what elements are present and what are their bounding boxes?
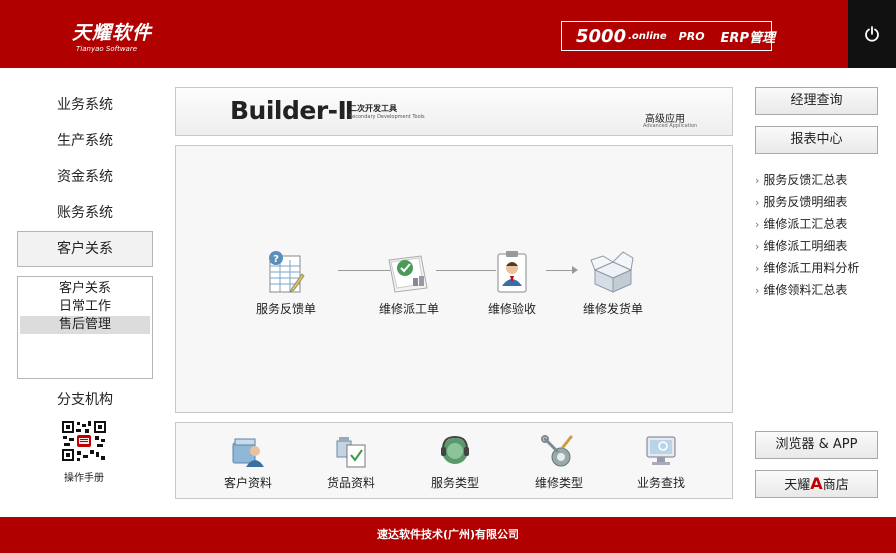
feedback-form-icon: ? [269, 251, 305, 293]
repair-dispatch-icon [388, 255, 428, 293]
product-online: .online [628, 30, 667, 42]
bottom-label: 客户资料 [223, 476, 272, 490]
logo-chinese: 天耀软件 [72, 22, 153, 44]
chevron-right-icon: › [755, 240, 760, 253]
repair-shipping-icon [590, 251, 634, 293]
qr-code-icon[interactable] [61, 420, 107, 462]
bottom-business-search[interactable]: 业务查找 [616, 433, 706, 491]
bottom-service-type[interactable]: 服务类型 [410, 433, 500, 491]
nav-accounting-system[interactable]: 账务系统 [17, 197, 153, 229]
operation-manual-label[interactable]: 操作手册 [54, 469, 114, 484]
submenu-after-sales[interactable]: 售后管理 [20, 316, 150, 334]
builder-banner[interactable]: Builder-Ⅱ 二次开发工具 Secondary Development T… [175, 87, 733, 136]
chevron-right-icon: › [755, 262, 760, 275]
report-center-button[interactable]: 报表中心 [755, 126, 878, 154]
nav-production-system[interactable]: 生产系统 [17, 125, 153, 157]
footer-bar: 速达软件技术(广州)有限公司 [0, 517, 896, 553]
flow-repair-acceptance[interactable]: 维修验收 [467, 248, 557, 317]
power-icon [865, 26, 879, 42]
submenu-daily-work[interactable]: 日常工作 [20, 298, 150, 316]
bottom-label: 维修类型 [534, 476, 583, 490]
svg-text:?: ? [273, 254, 279, 265]
after-sales-flow-panel: ? 服务反馈单 维修派工单 维修验收 维修发货单 [175, 145, 733, 413]
company-name: 速达软件技术(广州)有限公司 [376, 528, 520, 541]
tianyao-store-button[interactable]: 天耀A商店 [755, 470, 878, 498]
business-search-icon [646, 436, 676, 465]
banner-subtitle-cn: 二次开发工具 [349, 104, 397, 113]
report-link-repair-picking-summary[interactable]: › 维修领料汇总表 [755, 281, 859, 303]
nav-branch-offices[interactable]: 分支机构 [17, 384, 153, 416]
repair-acceptance-icon [497, 251, 527, 293]
banner-advanced-en: Advanced Application [643, 123, 698, 129]
store-prefix: 天耀 [784, 478, 811, 493]
flow-repair-dispatch[interactable]: 维修派工单 [364, 248, 454, 317]
report-link-service-feedback-detail[interactable]: › 服务反馈明细表 [755, 193, 859, 215]
report-link-service-feedback-summary[interactable]: › 服务反馈汇总表 [755, 171, 859, 193]
browser-app-button[interactable]: 浏览器 & APP [755, 431, 878, 459]
manager-query-button[interactable]: 经理查询 [755, 87, 878, 115]
product-erp: ERP管理 [720, 30, 775, 46]
flow-label: 维修发货单 [582, 302, 643, 316]
store-suffix: 商店 [822, 478, 849, 493]
chevron-right-icon: › [755, 284, 760, 297]
header-bar: 天耀软件 Tianyao Software 5000 .online PRO E… [0, 0, 896, 68]
customer-profile-icon [232, 438, 264, 467]
report-list: › 服务反馈汇总表 › 服务反馈明细表 › 维修派工汇总表 › 维修派工明细表 › 维修派… [755, 171, 859, 303]
flow-repair-shipping[interactable]: 维修发货单 [568, 248, 658, 317]
banner-subtitle-en: Secondary Development Tools [349, 114, 425, 120]
product-name-box: 5000 .online PRO ERP管理 [561, 21, 775, 51]
report-link-repair-dispatch-detail[interactable]: › 维修派工明细表 [755, 237, 859, 259]
nav-customer-relations[interactable]: 客户关系 [17, 231, 153, 267]
nav-business-system[interactable]: 业务系统 [17, 89, 153, 121]
product-version: 5000 [576, 25, 627, 47]
bottom-label: 业务查找 [636, 476, 685, 490]
flow-service-feedback[interactable]: ? 服务反馈单 [241, 248, 331, 317]
chevron-right-icon: › [755, 218, 760, 231]
store-a-logo: A [810, 474, 823, 493]
logo-english: Tianyao Software [76, 45, 138, 53]
bottom-repair-type[interactable]: 维修类型 [514, 433, 604, 491]
flow-label: 服务反馈单 [255, 302, 316, 316]
bottom-customer-profile[interactable]: 客户资料 [203, 433, 293, 491]
banner-title: Builder-Ⅱ [230, 96, 354, 125]
brand-logo: 天耀软件 Tianyao Software [72, 18, 152, 53]
flow-label: 维修验收 [487, 302, 536, 316]
flow-label: 维修派工单 [378, 302, 439, 316]
bottom-goods-profile[interactable]: 货品资料 [306, 433, 396, 491]
chevron-right-icon: › [755, 196, 760, 209]
bottom-label: 服务类型 [430, 476, 479, 490]
repair-type-icon [541, 435, 573, 467]
submenu-customer-relations[interactable]: 客户关系 [20, 280, 150, 298]
power-button[interactable] [848, 0, 896, 68]
service-type-icon [441, 435, 469, 464]
bottom-label: 货品资料 [326, 476, 375, 490]
report-link-repair-dispatch-summary[interactable]: › 维修派工汇总表 [755, 215, 859, 237]
base-data-panel: 客户资料 货品资料 服务类型 维修类型 业务查找 [175, 422, 733, 499]
goods-profile-icon [336, 437, 366, 468]
customer-relations-submenu: 客户关系 日常工作 售后管理 [17, 276, 153, 379]
product-pro: PRO [678, 29, 705, 43]
report-link-repair-material-analysis[interactable]: › 维修派工用料分析 [755, 259, 859, 281]
chevron-right-icon: › [755, 174, 760, 187]
nav-finance-system[interactable]: 资金系统 [17, 161, 153, 193]
